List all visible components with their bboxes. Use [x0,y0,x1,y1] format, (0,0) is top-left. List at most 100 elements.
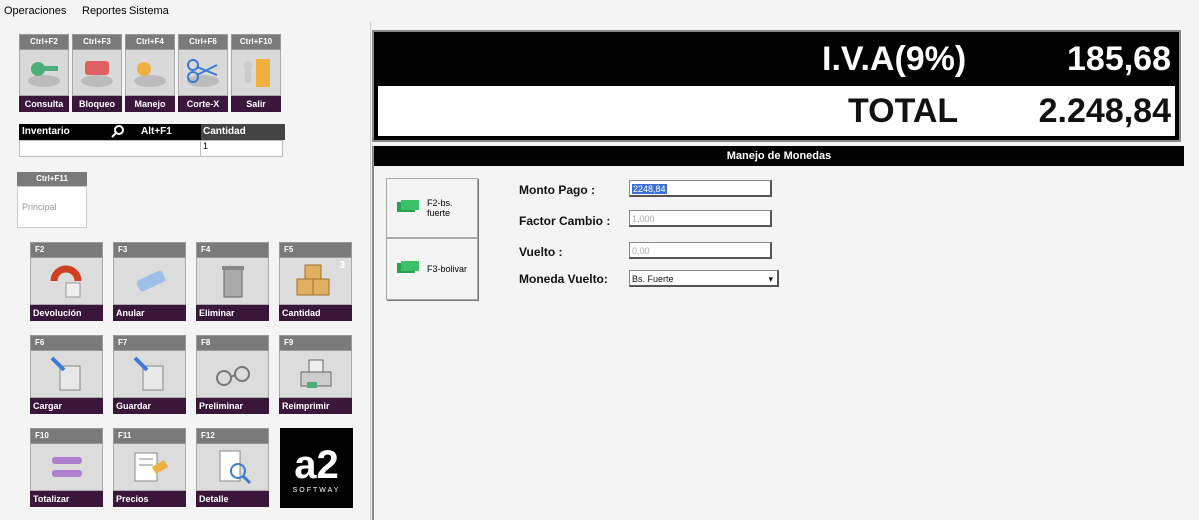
a2-logo: a2 SOFTWAY [280,428,353,508]
guardar-label: Guardar [113,398,186,414]
totalizar-button[interactable]: F10 Totalizar [30,428,103,507]
price-list-icon [113,444,186,491]
monto-pago-value: 2248,84 [632,184,667,194]
bolivar-label: F3-bolivar [427,264,468,274]
shortcut-ctrl-f2: Ctrl+F2 [19,34,69,50]
inventory-input[interactable] [20,141,200,156]
shortcut-f6: F6 [30,335,103,351]
menu-bar: Operaciones Reportes Sistema [0,0,1199,22]
iva-row: I.V.A(9%) 185,68 [374,32,1179,84]
monto-pago-input[interactable]: 2248,84 [629,180,772,197]
factor-cambio-label: Factor Cambio : [519,214,611,228]
vuelto-label: Vuelto : [519,245,563,259]
money-icon [397,261,419,277]
menu-operaciones[interactable]: Operaciones [4,5,66,17]
bloqueo-icon [72,50,122,96]
cargar-button[interactable]: F6 Cargar [30,335,103,414]
total-value: 2.248,84 [1038,92,1171,130]
shortcut-ctrl-f11: Ctrl+F11 [17,172,87,186]
total-row: TOTAL 2.248,84 [378,86,1175,136]
left-panel: Ctrl+F2 Consulta Ctrl+F3 Bloqueo Ctrl+F4… [0,22,371,520]
reimprimir-button[interactable]: F9 Reimprimir [279,335,352,414]
vuelto-input[interactable]: 0,00 [629,242,772,259]
shortcut-f10: F10 [30,428,103,444]
detalle-button[interactable]: F12 Detalle [196,428,269,507]
totals-display: I.V.A(9%) 185,68 TOTAL 2.248,84 [372,30,1181,142]
inventory-row: 1 [19,140,283,157]
shortcut-f7: F7 [113,335,186,351]
shortcut-ctrl-f10: Ctrl+F10 [231,34,281,50]
salir-button[interactable]: Ctrl+F10 Salir [231,34,281,114]
save-icon [113,351,186,398]
bloqueo-button[interactable]: Ctrl+F3 Bloqueo [72,34,122,114]
equals-icon [30,444,103,491]
precios-button[interactable]: F11 Precios [113,428,186,507]
quantity-badge: 3 [339,260,345,271]
moneda-vuelto-label: Moneda Vuelto: [519,272,608,286]
preliminar-label: Preliminar [196,398,269,414]
salir-label: Salir [231,96,281,112]
cargar-label: Cargar [30,398,103,414]
bs-fuerte-button[interactable]: F2-bs. fuerte [386,178,478,238]
search-shortcut: Alt+F1 [141,126,172,137]
manejo-label: Manejo [125,96,175,112]
consulta-button[interactable]: Ctrl+F2 Consulta [19,34,69,114]
shortcut-ctrl-f6: Ctrl+F6 [178,34,228,50]
cantidad-button[interactable]: F5 3 Cantidad [279,242,352,321]
shortcut-f11: F11 [113,428,186,444]
moneda-vuelto-select[interactable]: Bs. Fuerte ▾ [629,270,779,287]
precios-label: Precios [113,491,186,507]
totalizar-label: Totalizar [30,491,103,507]
menu-reportes[interactable]: Reportes [82,5,127,17]
eliminar-button[interactable]: F4 Eliminar [196,242,269,321]
corte-x-label: Corte-X [178,96,228,112]
return-magnet-icon [30,258,103,305]
currency-panel: Manejo de Monedas F2-bs. fuerte F3-boliv… [372,146,1184,520]
logo-mark: a2 [294,442,339,487]
exit-door-icon [231,50,281,96]
shortcut-ctrl-f3: Ctrl+F3 [72,34,122,50]
chevron-down-icon[interactable]: ▾ [768,271,773,288]
corte-x-button[interactable]: Ctrl+F6 Corte-X [178,34,228,114]
shortcut-f9: F9 [279,335,352,351]
devolucion-button[interactable]: F2 Devolución [30,242,103,321]
cantidad-label: Cantidad [279,305,352,321]
bolivar-button[interactable]: F3-bolivar [386,238,478,300]
shortcut-f8: F8 [196,335,269,351]
inventory-bar: Inventario Alt+F1 Cantidad 1 [19,124,285,157]
consulta-label: Consulta [19,96,69,112]
eliminar-label: Eliminar [196,305,269,321]
quantity-input[interactable]: 1 [200,141,287,156]
quantity-label: Cantidad [201,124,285,140]
logo-sub: SOFTWAY [292,486,341,494]
factor-cambio-input[interactable]: 1,000 [629,210,772,227]
load-icon [30,351,103,398]
trash-can-icon [196,258,269,305]
preliminar-button[interactable]: F8 Preliminar [196,335,269,414]
eraser-icon [113,258,186,305]
shortcut-f5: F5 [279,242,352,258]
reimprimir-label: Reimprimir [279,398,352,414]
inventory-header: Inventario Alt+F1 Cantidad [19,124,285,141]
guardar-button[interactable]: F7 Guardar [113,335,186,414]
manejo-button[interactable]: Ctrl+F4 Manejo [125,34,175,114]
anular-label: Anular [113,305,186,321]
panel-title: Manejo de Monedas [374,146,1184,166]
moneda-vuelto-value: Bs. Fuerte [632,274,674,284]
inventory-label: Inventario [22,126,70,137]
total-label: TOTAL [848,92,959,130]
boxes-icon: 3 [279,258,352,305]
consulta-icon [19,50,69,96]
iva-value: 185,68 [1067,40,1171,78]
anular-button[interactable]: F3 Anular [113,242,186,321]
devolucion-label: Devolución [30,305,103,321]
bloqueo-label: Bloqueo [72,96,122,112]
principal-button[interactable]: Ctrl+F11 Principal [17,172,87,230]
glasses-icon [196,351,269,398]
monto-pago-label: Monto Pago : [519,183,595,197]
iva-label: I.V.A(9%) [822,40,967,78]
menu-sistema[interactable]: Sistema [129,5,169,17]
bs-fuerte-label: F2-bs. fuerte [427,198,453,218]
search-icon[interactable] [111,124,125,141]
detalle-label: Detalle [196,491,269,507]
